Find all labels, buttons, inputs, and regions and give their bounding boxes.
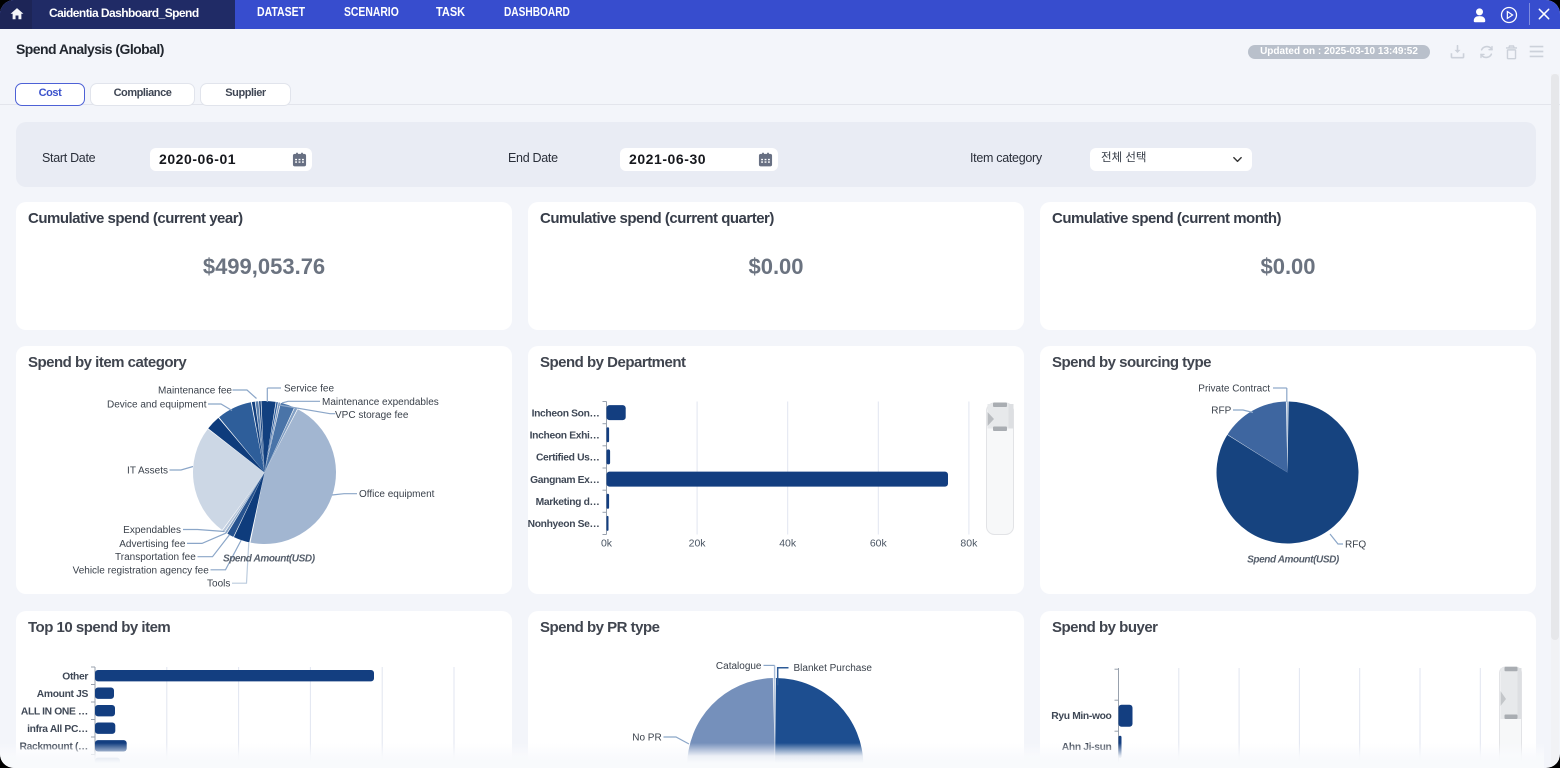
svg-text:Tools: Tools (207, 579, 230, 590)
svg-text:Device and equipment: Device and equipment (107, 400, 207, 411)
svg-text:VPC storage fee: VPC storage fee (335, 410, 409, 421)
svg-text:Marketing d…: Marketing d… (536, 497, 600, 508)
svg-text:80k: 80k (960, 538, 978, 550)
svg-text:Rackmount (…: Rackmount (… (20, 741, 89, 752)
svg-text:Gangnam Ex…: Gangnam Ex… (530, 475, 599, 486)
svg-text:0k: 0k (601, 538, 613, 550)
svg-text:Ryu Min-woo: Ryu Min-woo (1051, 711, 1111, 722)
svg-text:Blanket Purchase: Blanket Purchase (794, 663, 873, 674)
svg-text:Maintenance fee: Maintenance fee (158, 386, 232, 397)
svg-text:Nonhyeon Se…: Nonhyeon Se… (528, 519, 600, 530)
svg-text:Transportation fee: Transportation fee (115, 552, 196, 563)
svg-text:Spend Amount(USD): Spend Amount(USD) (223, 554, 316, 565)
svg-text:Expendables: Expendables (123, 525, 181, 536)
svg-text:RFP: RFP (1211, 406, 1231, 417)
svg-text:Incheon Son…: Incheon Son… (532, 408, 600, 419)
svg-text:Certified Us…: Certified Us… (536, 453, 600, 464)
svg-text:No PR: No PR (632, 733, 661, 744)
svg-text:Service fee: Service fee (284, 384, 334, 395)
svg-text:ALL IN ONE …: ALL IN ONE … (21, 707, 88, 718)
svg-text:40k: 40k (779, 538, 797, 550)
svg-text:Private Contract: Private Contract (1198, 384, 1270, 395)
svg-text:RFQ: RFQ (1345, 540, 1366, 551)
svg-text:Catalogue: Catalogue (716, 661, 762, 672)
svg-text:infra All PC…: infra All PC… (27, 724, 88, 735)
svg-text:Maintenance expendables: Maintenance expendables (322, 397, 439, 408)
svg-text:Other: Other (62, 672, 88, 683)
svg-text:Advertising fee: Advertising fee (119, 539, 186, 550)
svg-text:Amount JS: Amount JS (37, 689, 89, 700)
svg-text:Incheon Exhi…: Incheon Exhi… (530, 431, 600, 442)
svg-text:Ahn Ji-sun: Ahn Ji-sun (1062, 742, 1112, 753)
svg-text:20k: 20k (689, 538, 707, 550)
svg-text:IT Assets: IT Assets (127, 466, 168, 477)
svg-text:Office equipment: Office equipment (359, 489, 435, 500)
svg-text:Spend Amount(USD): Spend Amount(USD) (1247, 555, 1340, 566)
svg-text:Vehicle registration agency fe: Vehicle registration agency fee (73, 565, 210, 576)
svg-text:60k: 60k (870, 538, 888, 550)
